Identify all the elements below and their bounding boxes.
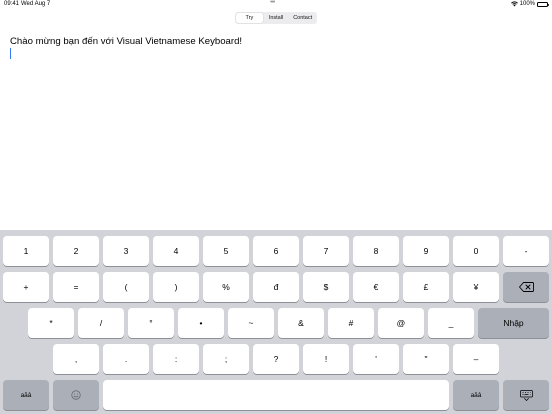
multitasking-dots[interactable]: •••: [270, 0, 275, 6]
tab-install[interactable]: Install: [263, 13, 290, 23]
battery-percentage: 100%: [519, 1, 535, 7]
key-9[interactable]: 9: [403, 236, 449, 266]
status-date: Wed Aug 7: [21, 1, 51, 7]
key-3[interactable]: 3: [103, 236, 149, 266]
keyboard-dismiss-icon: [519, 389, 533, 401]
key-question[interactable]: ?: [253, 344, 299, 374]
key-ampersand[interactable]: &: [278, 308, 324, 338]
key-open-paren[interactable]: (: [103, 272, 149, 302]
emoji-icon: [71, 390, 81, 400]
key-colon[interactable]: :: [153, 344, 199, 374]
keyboard: 1 2 3 4 5 6 7 8 9 0 - + = ( ) % đ $ € £ …: [0, 230, 552, 414]
key-dollar[interactable]: $: [303, 272, 349, 302]
key-en-dash[interactable]: –: [453, 344, 499, 374]
key-yen[interactable]: ¥: [453, 272, 499, 302]
key-slash[interactable]: /: [78, 308, 124, 338]
key-at[interactable]: @: [378, 308, 424, 338]
key-percent[interactable]: %: [203, 272, 249, 302]
battery-icon: [537, 1, 549, 7]
key-7[interactable]: 7: [303, 236, 349, 266]
tab-contact[interactable]: Contact: [289, 13, 316, 23]
emoji-button[interactable]: [53, 380, 99, 410]
delete-button[interactable]: [503, 272, 549, 302]
key-underscore[interactable]: _: [428, 308, 474, 338]
key-bullet[interactable]: •: [178, 308, 224, 338]
editor-text[interactable]: Chào mừng bạn đến với Visual Vietnamese …: [10, 36, 542, 47]
key-2[interactable]: 2: [53, 236, 99, 266]
key-6[interactable]: 6: [253, 236, 299, 266]
key-close-paren[interactable]: ): [153, 272, 199, 302]
key-tilde[interactable]: ~: [228, 308, 274, 338]
mode-switch-left-button[interactable]: aăâ: [3, 380, 49, 410]
key-5[interactable]: 5: [203, 236, 249, 266]
key-d-stroke[interactable]: đ: [253, 272, 299, 302]
key-semicolon[interactable]: ;: [203, 344, 249, 374]
dismiss-keyboard-button[interactable]: [503, 380, 549, 410]
backspace-icon: [518, 282, 534, 292]
key-period[interactable]: .: [103, 344, 149, 374]
wifi-icon: [510, 1, 518, 7]
key-hash[interactable]: #: [328, 308, 374, 338]
segmented-control: Try Install Contact: [235, 12, 317, 24]
key-exclamation[interactable]: !: [303, 344, 349, 374]
status-right: 100%: [510, 1, 549, 7]
key-plus[interactable]: +: [3, 272, 49, 302]
tab-try[interactable]: Try: [236, 13, 263, 23]
key-4[interactable]: 4: [153, 236, 199, 266]
key-0[interactable]: 0: [453, 236, 499, 266]
space-bar[interactable]: [103, 380, 449, 410]
status-bar: 09:41 Wed Aug 7 ••• 100%: [0, 0, 552, 10]
key-8[interactable]: 8: [353, 236, 399, 266]
return-button[interactable]: Nhập: [478, 308, 549, 338]
mode-switch-right-button[interactable]: aăâ: [453, 380, 499, 410]
key-hyphen[interactable]: -: [503, 236, 549, 266]
key-quote[interactable]: ": [403, 344, 449, 374]
key-1[interactable]: 1: [3, 236, 49, 266]
key-asterisk[interactable]: *: [28, 308, 74, 338]
key-pound[interactable]: £: [403, 272, 449, 302]
key-comma[interactable]: ,: [53, 344, 99, 374]
key-equals[interactable]: =: [53, 272, 99, 302]
key-apostrophe[interactable]: ': [353, 344, 399, 374]
text-caret: [10, 48, 11, 59]
key-euro[interactable]: €: [353, 272, 399, 302]
text-editor[interactable]: Chào mừng bạn đến với Visual Vietnamese …: [10, 36, 542, 59]
key-degree[interactable]: °: [128, 308, 174, 338]
status-time: 09:41: [4, 1, 20, 7]
